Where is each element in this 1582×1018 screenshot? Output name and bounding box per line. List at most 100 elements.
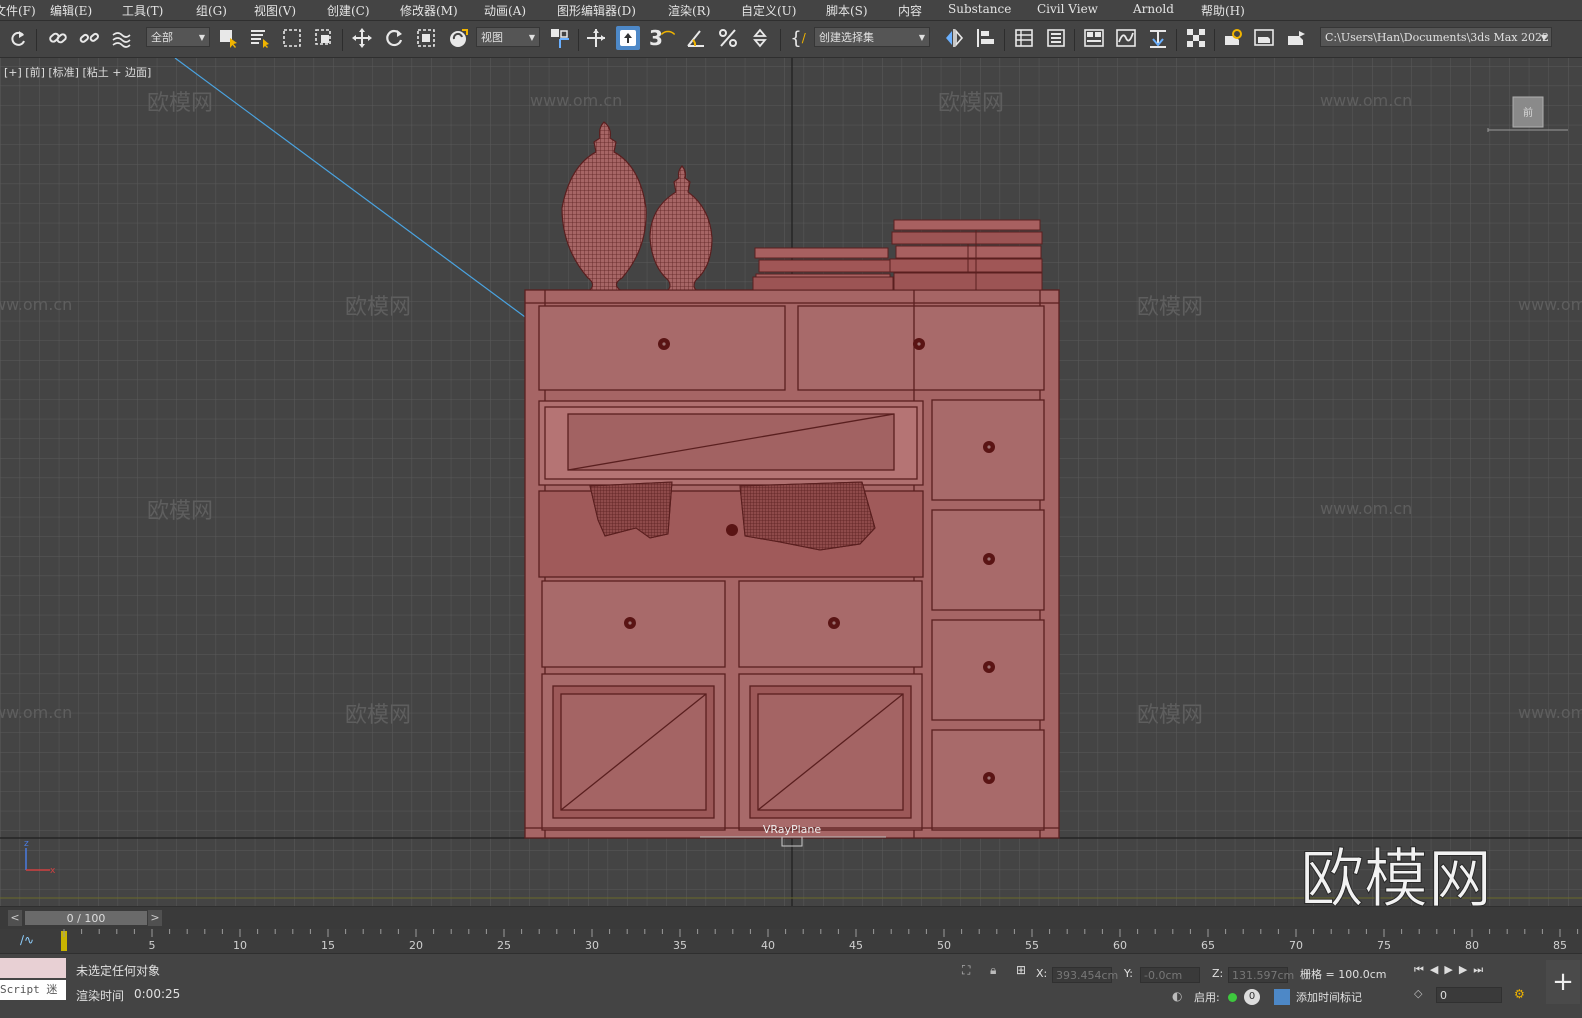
ruler-label: 20 <box>409 939 423 952</box>
watermark-url: www.om.cn <box>1518 295 1582 314</box>
viewport-label[interactable]: [+] [前] [标准] [粘土 + 边面] <box>4 64 151 80</box>
maxscript-listener-top[interactable] <box>0 958 66 978</box>
material-editor-icon[interactable] <box>1184 26 1208 50</box>
menu-item[interactable]: 工具(T) <box>122 2 163 19</box>
x-coord-field[interactable]: 393.454cm <box>1052 967 1118 983</box>
mirror-icon[interactable] <box>942 26 966 50</box>
render-setup-icon[interactable] <box>1220 26 1244 50</box>
svg-text:z: z <box>24 839 29 849</box>
track-bar[interactable]: ∕∿ 5 10 15 20 25 30 35 40 45 50 55 60 65 70 75 80 85 <box>0 929 1582 953</box>
viewport-canvas[interactable]: 欧模网 欧模网 欧模网 欧模网 欧模网 欧模网 欧模网 欧模网 欧模网 www.… <box>0 58 1582 906</box>
menu-item[interactable]: 视图(V) <box>254 2 296 19</box>
menu-item[interactable]: 修改器(M) <box>400 2 458 19</box>
select-by-name-icon[interactable] <box>248 26 272 50</box>
watermark-url: www.om.cn <box>0 295 72 314</box>
menu-item[interactable]: 编辑(E) <box>50 2 92 19</box>
named-selection-dropdown[interactable]: 创建选择集 ▼ <box>814 27 930 47</box>
ruler-label: 55 <box>1025 939 1039 952</box>
add-time-tag[interactable]: 添加时间标记 <box>1296 989 1362 1005</box>
scene-explorer-icon[interactable] <box>1012 26 1036 50</box>
spinner-snap-icon[interactable] <box>748 26 772 50</box>
scale-icon[interactable] <box>414 26 438 50</box>
bind-spacewarp-icon[interactable] <box>109 26 133 50</box>
menu-item[interactable]: 内容 <box>898 2 922 19</box>
layer-explorer-icon[interactable] <box>1044 26 1068 50</box>
place-icon[interactable] <box>446 26 470 50</box>
snaps-toggle-icon[interactable]: 3 ⌒ <box>649 26 675 50</box>
isolate-selection-icon[interactable]: ⛶ <box>962 963 970 978</box>
current-frame-field[interactable]: 0 <box>1436 987 1502 1003</box>
menu-item[interactable]: 创建(C) <box>327 2 370 19</box>
menu-item[interactable]: 图形编辑器(D) <box>557 2 636 19</box>
dresser-cabinet[interactable] <box>524 289 1060 839</box>
menu-item[interactable]: 组(G) <box>196 2 227 19</box>
selection-status: 未选定任何对象 <box>76 964 161 978</box>
menu-item[interactable]: 文件(F) <box>0 2 36 19</box>
menu-item[interactable]: 自定义(U) <box>741 2 796 19</box>
ruler-label: 45 <box>849 939 863 952</box>
menu-item[interactable]: 动画(A) <box>484 2 526 19</box>
project-folder-path[interactable]: C:\Users\Han\Documents\3ds Max 2022 ▼ <box>1320 27 1552 47</box>
y-coord-label: Y: <box>1124 967 1133 980</box>
menu-item[interactable]: 渲染(R) <box>668 2 710 19</box>
edit-named-selection-icon[interactable]: {/ <box>786 26 810 50</box>
maxscript-listener[interactable]: Script 迷 <box>0 980 66 1000</box>
z-coord-label: Z: <box>1212 967 1224 980</box>
link-icon[interactable] <box>46 26 70 50</box>
rotate-icon[interactable] <box>382 26 406 50</box>
menu-item[interactable]: Substance <box>948 2 1011 16</box>
absolute-mode-icon[interactable]: ⊞ <box>1016 963 1026 977</box>
viewport-navigation-plus-icon[interactable]: + <box>1546 960 1580 1004</box>
z-coord-field[interactable]: 131.597cm <box>1228 967 1294 983</box>
watermark-text: 欧模网 <box>345 703 411 728</box>
pivot-center-icon[interactable] <box>548 26 572 50</box>
angle-snap-icon[interactable] <box>684 26 708 50</box>
schematic-view-icon[interactable] <box>1146 26 1170 50</box>
time-next-button[interactable]: > <box>148 910 162 926</box>
select-manipulate-icon[interactable] <box>584 26 608 50</box>
x-coord-label: X: <box>1036 967 1048 980</box>
redo-icon[interactable] <box>6 26 30 50</box>
window-crossing-icon[interactable] <box>312 26 336 50</box>
playback-controls[interactable]: ⏮◀▶▶⏭ <box>1414 963 1489 977</box>
enable-count-badge[interactable]: 0 <box>1244 989 1260 1005</box>
unlink-icon[interactable] <box>77 26 101 50</box>
keyboard-shortcut-override-icon[interactable] <box>616 26 640 50</box>
time-config-icon[interactable]: ◇ <box>1414 987 1422 1000</box>
toggle-ribbon-icon[interactable] <box>1082 26 1106 50</box>
ruler-label: 25 <box>497 939 511 952</box>
watermark-logo: 欧模网 <box>1300 843 1492 906</box>
enable-label: 启用: <box>1194 991 1220 1004</box>
watermark-text: 欧模网 <box>147 91 213 116</box>
front-viewport[interactable]: 欧模网 欧模网 欧模网 欧模网 欧模网 欧模网 欧模网 欧模网 欧模网 www.… <box>0 58 1582 907</box>
adaptive-degradation-icon[interactable]: ◐ <box>1172 989 1182 1003</box>
main-toolbar: 全部 ▼ 视图 ▼ 3 ⌒ {/ 创建选择集 ▼ C:\Users\Han\Docume… <box>0 21 1582 58</box>
y-coord-field[interactable]: -0.0cm <box>1140 967 1200 983</box>
time-slider-thumb[interactable]: 0 / 100 <box>24 910 148 926</box>
time-slider[interactable]: < 0 / 100 > <box>0 907 1582 929</box>
percent-snap-icon[interactable] <box>716 26 740 50</box>
status-bar: Script 迷 未选定任何对象 渲染时间 0:00:25 ⛶ 🔒︎ ⊞ X: … <box>0 953 1582 1018</box>
lock-selection-icon[interactable]: 🔒︎ <box>990 963 996 978</box>
menu-item[interactable]: 脚本(S) <box>826 2 868 19</box>
rendered-frame-window-icon[interactable] <box>1252 26 1276 50</box>
menu-item[interactable]: 帮助(H) <box>1201 2 1245 19</box>
watermark-url: www.om.cn <box>0 703 72 722</box>
selection-filter-dropdown[interactable]: 全部 ▼ <box>146 27 210 47</box>
rect-selection-icon[interactable] <box>280 26 304 50</box>
curve-editor-icon[interactable] <box>1114 26 1138 50</box>
move-icon[interactable] <box>350 26 374 50</box>
watermark-text: 欧模网 <box>938 91 1004 116</box>
menu-item[interactable]: Civil View <box>1037 2 1098 16</box>
ruler-label: 5 <box>149 939 156 952</box>
align-icon[interactable] <box>974 26 998 50</box>
key-filters-icon[interactable]: ⚙ <box>1514 987 1525 1001</box>
render-production-icon[interactable] <box>1284 26 1308 50</box>
watermark-text: 欧模网 <box>1137 295 1203 320</box>
time-prev-button[interactable]: < <box>8 910 22 926</box>
select-object-icon[interactable] <box>216 26 240 50</box>
reference-coord-dropdown[interactable]: 视图 ▼ <box>476 27 540 47</box>
menu-item[interactable]: Arnold <box>1133 2 1174 16</box>
time-tag-icon[interactable] <box>1274 989 1290 1005</box>
frame-ruler[interactable]: 5 10 15 20 25 30 35 40 45 50 55 60 65 70 75 80 85 <box>0 929 1582 953</box>
